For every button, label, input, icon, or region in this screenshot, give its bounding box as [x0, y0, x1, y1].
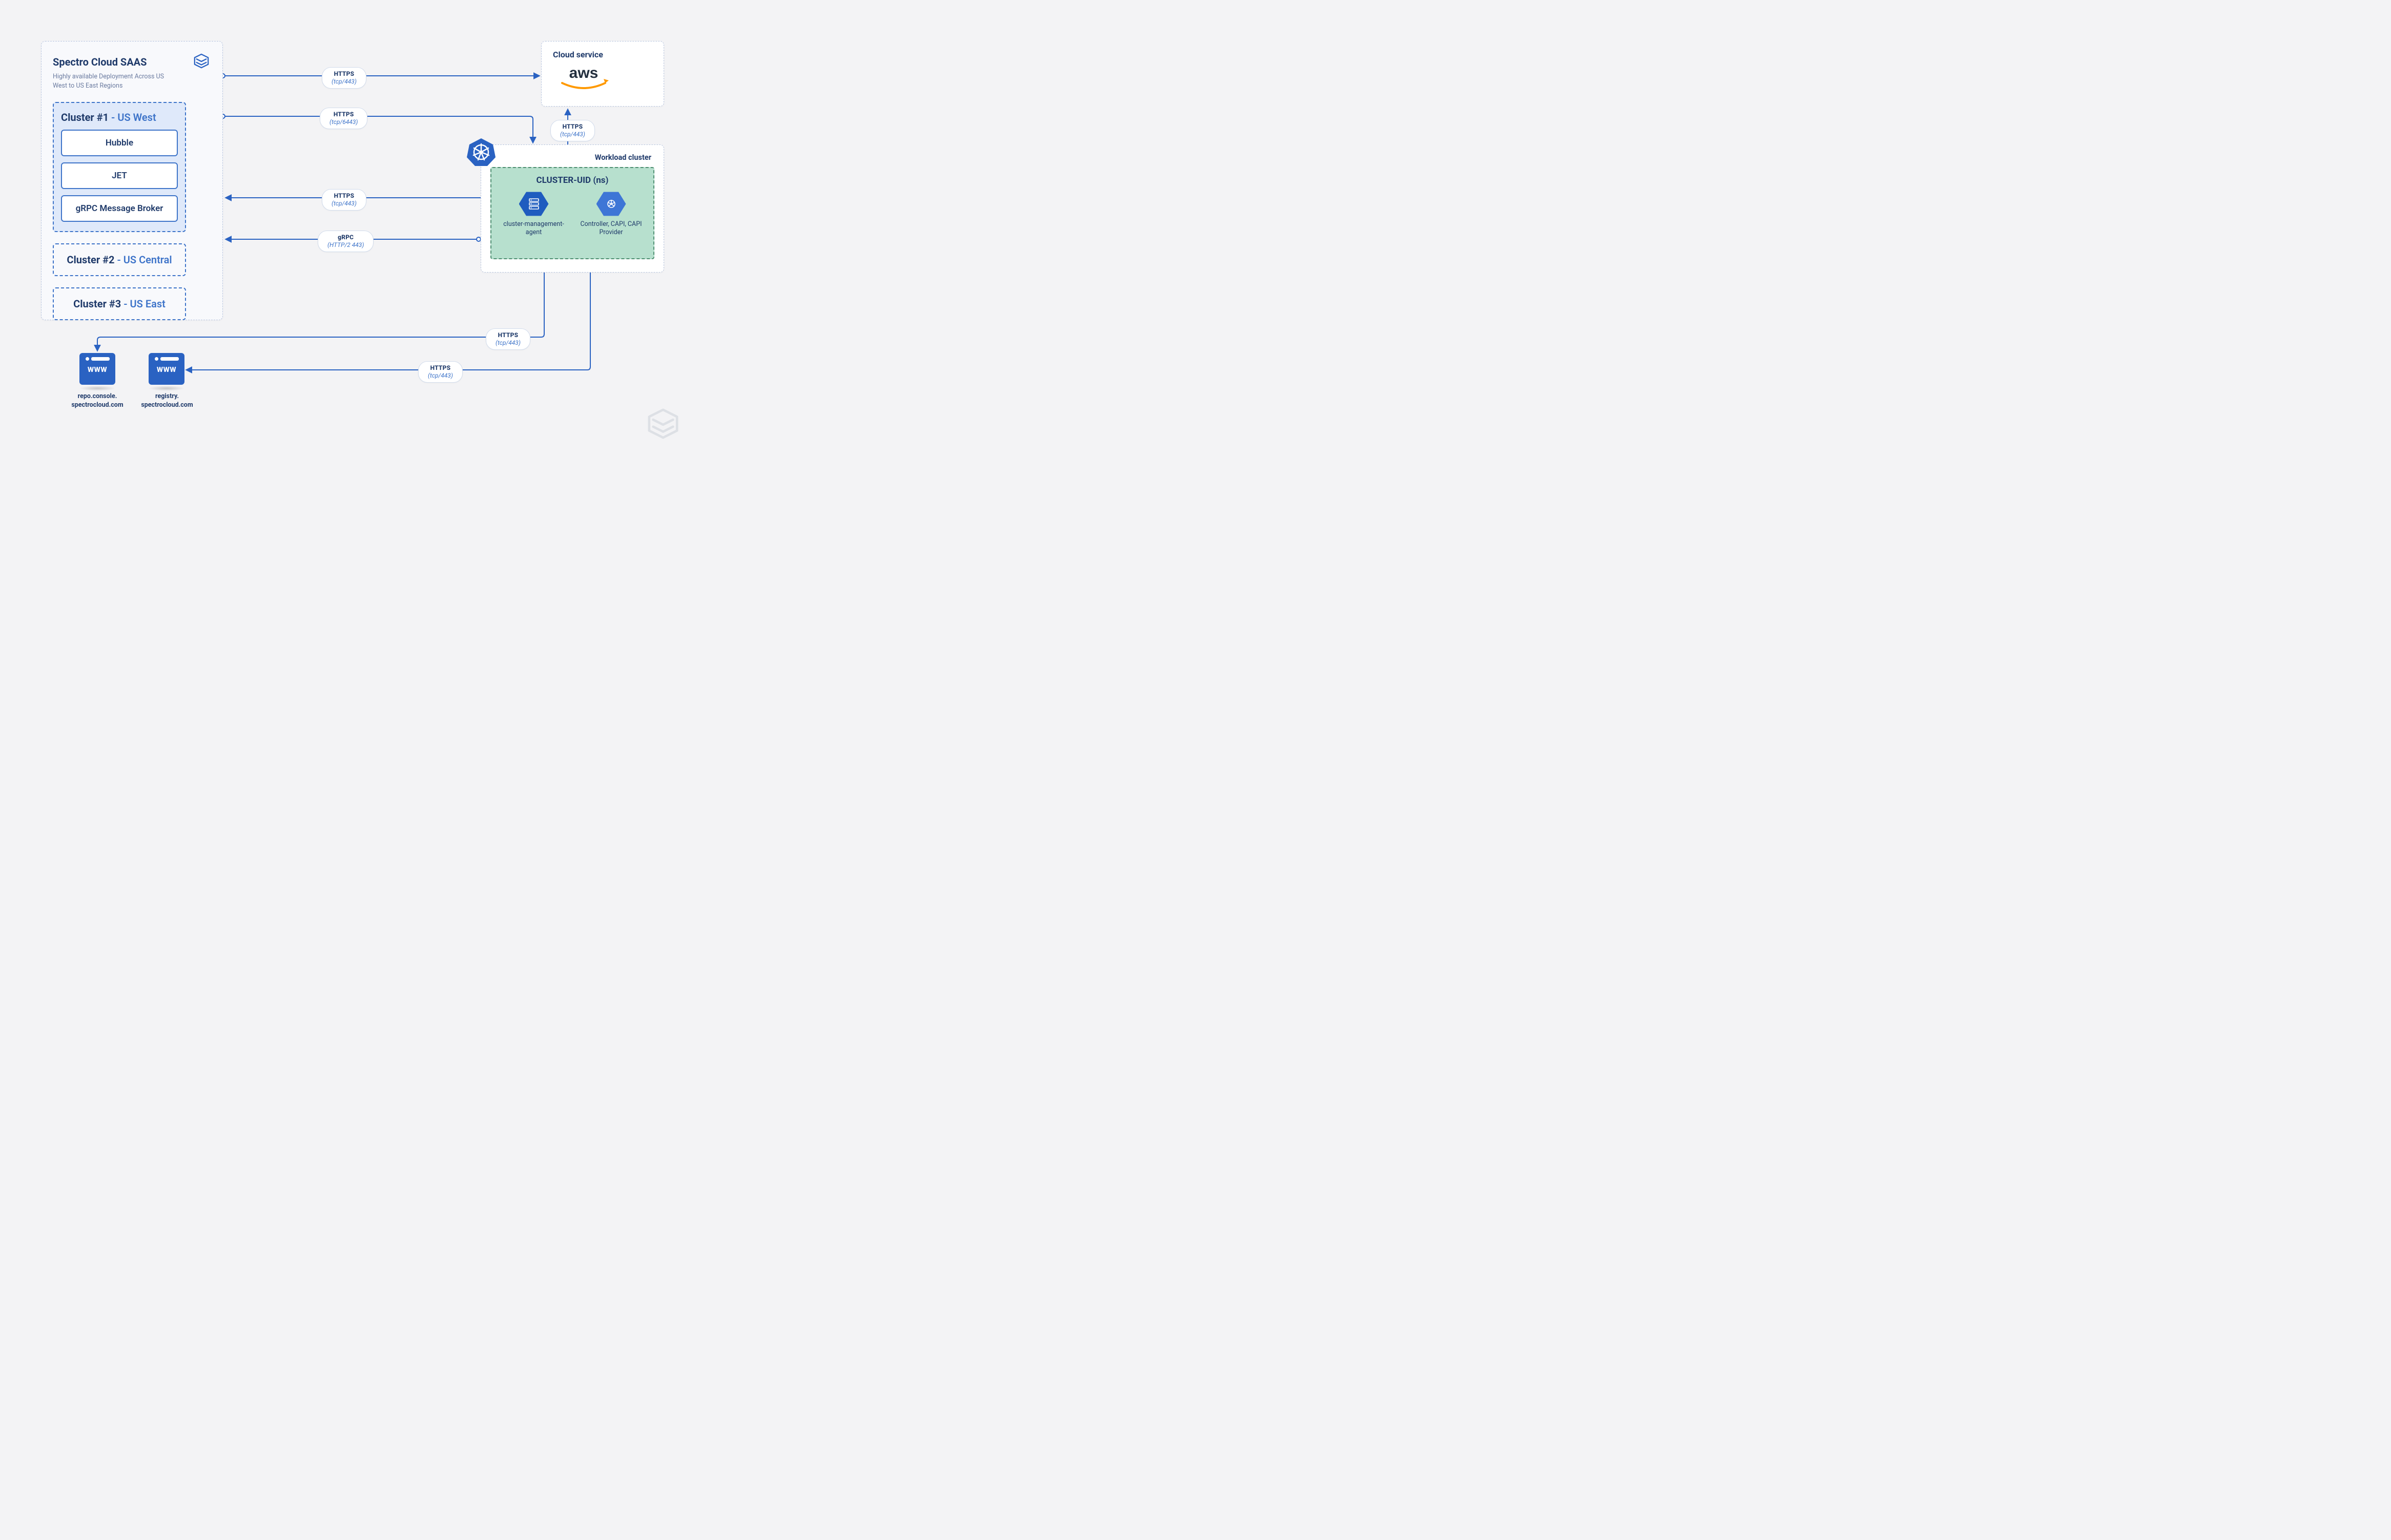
shadow-icon: [149, 386, 184, 391]
cluster-3-region: US East: [130, 298, 166, 310]
cluster-1-region: US West: [117, 111, 156, 123]
saas-subtitle: Highly available Deployment Across US We…: [53, 72, 171, 91]
cluster-uid-namespace: CLUSTER-UID (ns) cluster-manag: [490, 167, 654, 259]
aws-logo-icon: aws: [553, 65, 614, 90]
saas-title: Spectro Cloud SAAS: [53, 56, 211, 68]
service-jet: JET: [61, 162, 178, 189]
www-label: WWW: [88, 366, 107, 374]
cloud-service-title: Cloud service: [553, 50, 652, 59]
spectro-logo-icon: [192, 53, 211, 69]
cluster-2-name: Cluster #2: [67, 254, 114, 266]
spectro-watermark-icon: [642, 407, 685, 441]
service-hubble: Hubble: [61, 130, 178, 156]
cluster-1-title: Cluster #1 - US West: [61, 111, 178, 123]
cluster-2-title: Cluster #2 - US Central: [61, 254, 178, 266]
service-grpc-broker: gRPC Message Broker: [61, 195, 178, 222]
controller-capi-node: Controller, CAPI, CAPI Provider: [578, 191, 645, 237]
cluster-3-title: Cluster #3 - US East: [61, 298, 178, 310]
cluster-uid-title: CLUSTER-UID (ns): [498, 175, 647, 185]
repo-console-caption: repo.console. spectrocloud.com: [61, 392, 133, 410]
controller-icon: [596, 191, 626, 217]
cluster-3-name: Cluster #3: [73, 298, 121, 310]
controller-label: Controller, CAPI, CAPI Provider: [578, 220, 645, 237]
cloud-service-panel: Cloud service aws: [541, 41, 664, 107]
kubernetes-icon: [466, 137, 497, 168]
cluster-1-name: Cluster #1: [61, 111, 109, 123]
connector-workload-to-saas-grpc: gRPC (HTTP/2 443): [318, 231, 374, 252]
connector-workload-to-cloud: HTTPS (tcp/443): [550, 120, 595, 141]
cluster-2-box: Cluster #2 - US Central: [53, 243, 186, 276]
connector-saas-to-cloud: HTTPS (tcp/443): [322, 67, 366, 89]
svg-text:aws: aws: [569, 65, 599, 81]
connector-to-repo-console: HTTPS (tcp/443): [486, 328, 530, 350]
cluster-management-agent-node: cluster-management-agent: [501, 191, 567, 237]
cluster-2-region: US Central: [123, 254, 172, 266]
registry-site-icon: WWW: [149, 353, 184, 385]
connector-clusteruid-to-saas: HTTPS (tcp/443): [322, 189, 366, 211]
spectro-cloud-saas-panel: Spectro Cloud SAAS Highly available Depl…: [41, 41, 223, 320]
connector-saas-to-workload: HTTPS (tcp/6443): [320, 108, 367, 129]
connector-to-registry: HTTPS (tcp/443): [418, 361, 463, 383]
repo-console-site-icon: WWW: [79, 353, 115, 385]
workload-cluster-panel: Workload cluster CLUSTER-UID (ns): [481, 144, 664, 273]
cluster-1-box: Cluster #1 - US West Hubble JET gRPC Mes…: [53, 102, 186, 232]
shadow-icon: [79, 386, 115, 391]
agent-label: cluster-management-agent: [501, 220, 567, 237]
cluster-3-box: Cluster #3 - US East: [53, 287, 186, 320]
workload-cluster-title: Workload cluster: [490, 153, 651, 162]
registry-caption: registry. spectrocloud.com: [131, 392, 203, 410]
www-label: WWW: [157, 366, 176, 374]
server-icon: [519, 191, 549, 217]
